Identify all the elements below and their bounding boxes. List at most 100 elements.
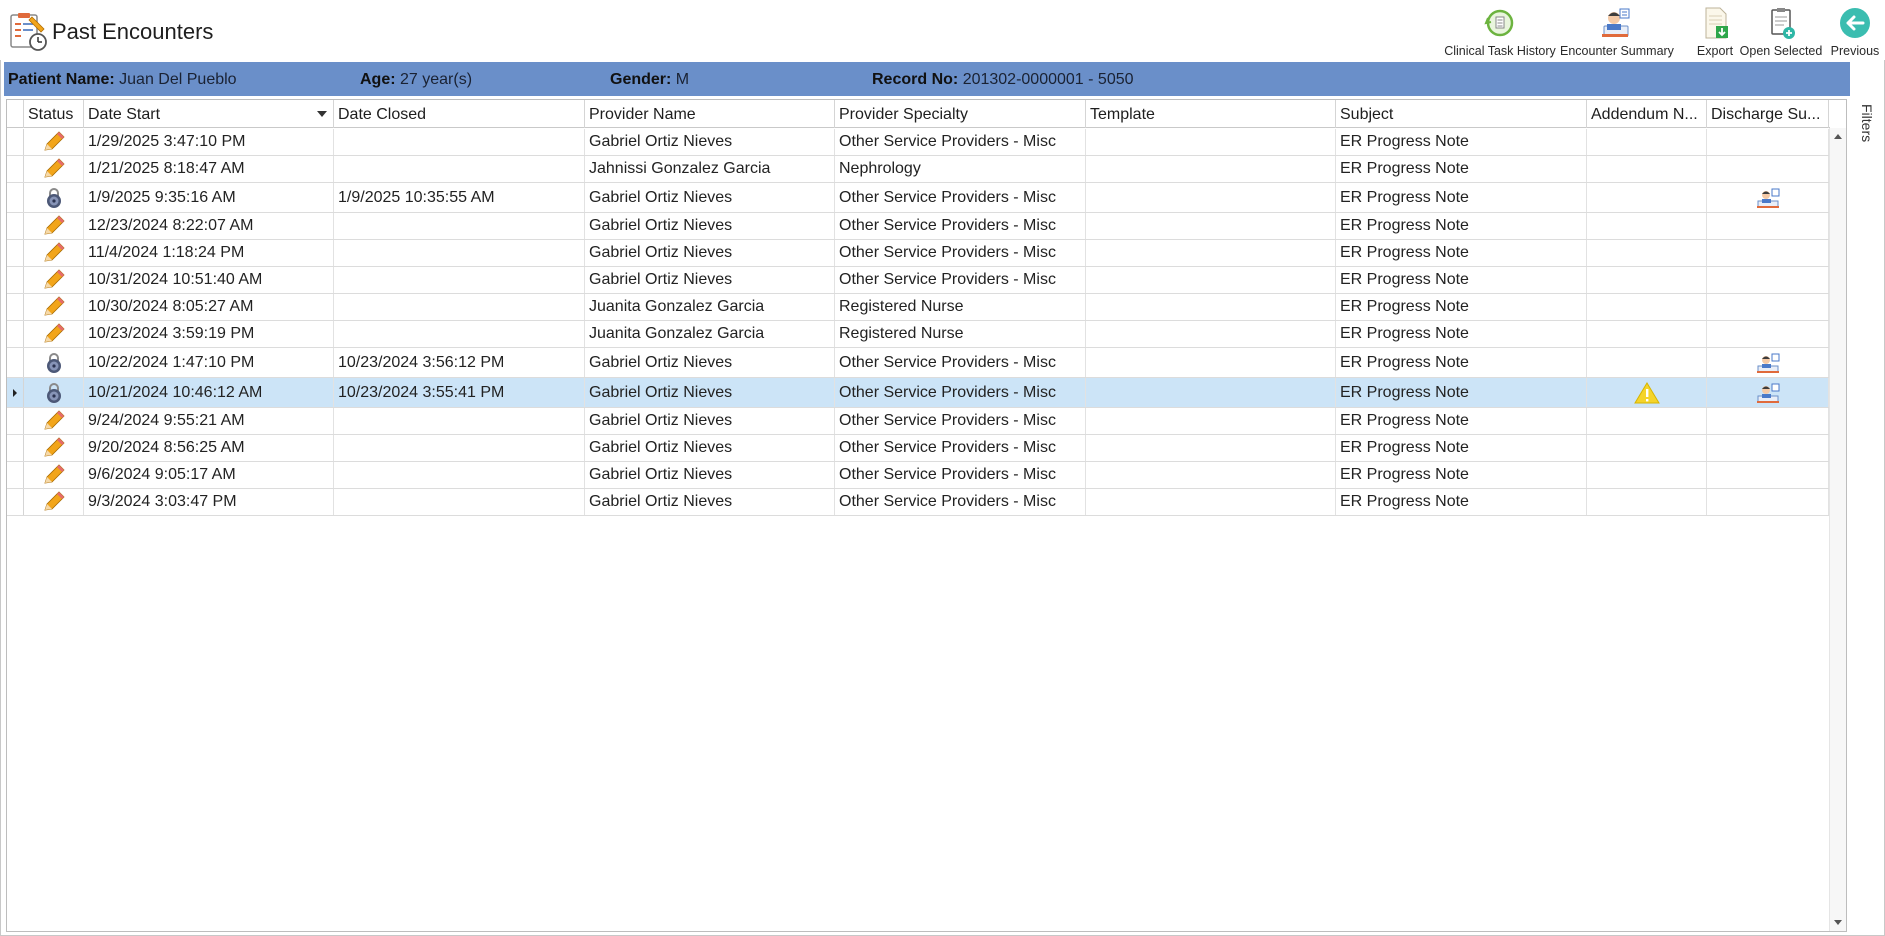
template-cell[interactable] [1086, 378, 1336, 407]
discharge-summary-cell[interactable] [1707, 267, 1829, 293]
status-cell[interactable] [24, 321, 84, 347]
status-cell[interactable] [24, 294, 84, 320]
discharge-summary-cell[interactable] [1707, 489, 1829, 515]
date-start-cell[interactable]: 10/30/2024 8:05:27 AM [84, 294, 334, 320]
provider-specialty-cell[interactable]: Other Service Providers - Misc [835, 213, 1086, 239]
column-header-discharge-summary[interactable]: Discharge Su... [1707, 100, 1829, 128]
subject-cell[interactable]: ER Progress Note [1336, 156, 1587, 182]
provider-specialty-cell[interactable]: Other Service Providers - Misc [835, 240, 1086, 266]
provider-name-cell[interactable]: Gabriel Ortiz Nieves [585, 435, 835, 461]
addendum-cell[interactable] [1587, 435, 1707, 461]
previous-button[interactable]: Previous [1827, 4, 1883, 60]
discharge-summary-cell[interactable] [1707, 156, 1829, 182]
provider-name-cell[interactable]: Gabriel Ortiz Nieves [585, 489, 835, 515]
row-indicator-cell[interactable] [7, 240, 24, 266]
template-cell[interactable] [1086, 213, 1336, 239]
table-row[interactable]: 9/3/2024 3:03:47 PM Gabriel Ortiz Nieves O… [7, 489, 1830, 516]
date-start-cell[interactable]: 9/6/2024 9:05:17 AM [84, 462, 334, 488]
addendum-cell[interactable] [1587, 240, 1707, 266]
date-closed-cell[interactable] [334, 462, 585, 488]
column-header-provider-name[interactable]: Provider Name [585, 100, 835, 128]
discharge-summary-cell[interactable] [1707, 321, 1829, 347]
row-indicator-cell[interactable] [7, 435, 24, 461]
provider-specialty-cell[interactable]: Other Service Providers - Misc [835, 348, 1086, 377]
discharge-summary-cell[interactable] [1707, 435, 1829, 461]
table-row[interactable]: 10/31/2024 10:51:40 AM Gabriel Ortiz Niev… [7, 267, 1830, 294]
table-row[interactable]: 1/21/2025 8:18:47 AM Jahnissi Gonzalez Ga… [7, 156, 1830, 183]
provider-specialty-cell[interactable]: Other Service Providers - Misc [835, 435, 1086, 461]
scroll-down-icon[interactable] [1834, 920, 1842, 925]
date-start-cell[interactable]: 1/9/2025 9:35:16 AM [84, 183, 334, 212]
addendum-cell[interactable] [1587, 129, 1707, 155]
status-cell[interactable] [24, 348, 84, 377]
table-row[interactable]: 10/23/2024 3:59:19 PM Juanita Gonzalez Ga… [7, 321, 1830, 348]
row-indicator-cell[interactable] [7, 462, 24, 488]
provider-specialty-cell[interactable]: Other Service Providers - Misc [835, 408, 1086, 434]
date-closed-cell[interactable] [334, 213, 585, 239]
provider-name-cell[interactable]: Jahnissi Gonzalez Garcia [585, 156, 835, 182]
provider-specialty-cell[interactable]: Other Service Providers - Misc [835, 489, 1086, 515]
discharge-summary-icon[interactable] [1755, 352, 1781, 374]
template-cell[interactable] [1086, 489, 1336, 515]
addendum-cell[interactable] [1587, 213, 1707, 239]
discharge-summary-cell[interactable] [1707, 408, 1829, 434]
discharge-summary-cell[interactable] [1707, 213, 1829, 239]
status-cell[interactable] [24, 156, 84, 182]
row-indicator-cell[interactable] [7, 267, 24, 293]
date-closed-cell[interactable] [334, 129, 585, 155]
provider-specialty-cell[interactable]: Registered Nurse [835, 294, 1086, 320]
provider-name-cell[interactable]: Gabriel Ortiz Nieves [585, 348, 835, 377]
status-cell[interactable] [24, 408, 84, 434]
row-indicator-cell[interactable] [7, 408, 24, 434]
subject-cell[interactable]: ER Progress Note [1336, 378, 1587, 407]
column-header-status[interactable]: Status [24, 100, 84, 128]
provider-specialty-cell[interactable]: Other Service Providers - Misc [835, 462, 1086, 488]
discharge-summary-cell[interactable] [1707, 294, 1829, 320]
table-row[interactable]: 10/30/2024 8:05:27 AM Juanita Gonzalez Ga… [7, 294, 1830, 321]
subject-cell[interactable]: ER Progress Note [1336, 240, 1587, 266]
date-start-cell[interactable]: 12/23/2024 8:22:07 AM [84, 213, 334, 239]
subject-cell[interactable]: ER Progress Note [1336, 462, 1587, 488]
row-indicator-cell[interactable] [7, 213, 24, 239]
row-indicator-cell[interactable] [7, 489, 24, 515]
row-indicator-cell[interactable] [7, 378, 24, 407]
discharge-summary-icon[interactable] [1755, 187, 1781, 209]
provider-specialty-cell[interactable]: Registered Nurse [835, 321, 1086, 347]
subject-cell[interactable]: ER Progress Note [1336, 129, 1587, 155]
date-start-cell[interactable]: 1/21/2025 8:18:47 AM [84, 156, 334, 182]
date-start-cell[interactable]: 1/29/2025 3:47:10 PM [84, 129, 334, 155]
discharge-summary-cell[interactable] [1707, 240, 1829, 266]
addendum-cell[interactable] [1587, 348, 1707, 377]
discharge-summary-icon[interactable] [1755, 382, 1781, 404]
provider-name-cell[interactable]: Gabriel Ortiz Nieves [585, 183, 835, 212]
addendum-cell[interactable] [1587, 378, 1707, 407]
scroll-up-icon[interactable] [1834, 134, 1842, 139]
status-cell[interactable] [24, 462, 84, 488]
provider-specialty-cell[interactable]: Other Service Providers - Misc [835, 378, 1086, 407]
subject-cell[interactable]: ER Progress Note [1336, 489, 1587, 515]
subject-cell[interactable]: ER Progress Note [1336, 294, 1587, 320]
provider-name-cell[interactable]: Gabriel Ortiz Nieves [585, 267, 835, 293]
table-row[interactable]: 1/9/2025 9:35:16 AM 1/9/2025 10:35:55 AM G… [7, 183, 1830, 213]
template-cell[interactable] [1086, 267, 1336, 293]
provider-name-cell[interactable]: Gabriel Ortiz Nieves [585, 240, 835, 266]
table-row[interactable]: 10/21/2024 10:46:12 AM 10/23/2024 3:55:41… [7, 378, 1830, 408]
row-indicator-cell[interactable] [7, 348, 24, 377]
addendum-cell[interactable] [1587, 267, 1707, 293]
table-row[interactable]: 10/22/2024 1:47:10 PM 10/23/2024 3:56:12 … [7, 348, 1830, 378]
template-cell[interactable] [1086, 129, 1336, 155]
provider-name-cell[interactable]: Gabriel Ortiz Nieves [585, 129, 835, 155]
open-selected-button[interactable]: Open Selected [1739, 4, 1823, 60]
date-start-cell[interactable]: 10/23/2024 3:59:19 PM [84, 321, 334, 347]
provider-name-cell[interactable]: Gabriel Ortiz Nieves [585, 408, 835, 434]
addendum-cell[interactable] [1587, 462, 1707, 488]
table-row[interactable]: 1/29/2025 3:47:10 PM Gabriel Ortiz Nieves… [7, 129, 1830, 156]
date-closed-cell[interactable] [334, 240, 585, 266]
column-header-date-start[interactable]: Date Start [84, 100, 334, 128]
column-header-provider-specialty[interactable]: Provider Specialty [835, 100, 1086, 128]
date-start-cell[interactable]: 11/4/2024 1:18:24 PM [84, 240, 334, 266]
subject-cell[interactable]: ER Progress Note [1336, 213, 1587, 239]
table-row[interactable]: 9/6/2024 9:05:17 AM Gabriel Ortiz Nieves O… [7, 462, 1830, 489]
table-row[interactable]: 9/20/2024 8:56:25 AM Gabriel Ortiz Nieves… [7, 435, 1830, 462]
discharge-summary-cell[interactable] [1707, 129, 1829, 155]
